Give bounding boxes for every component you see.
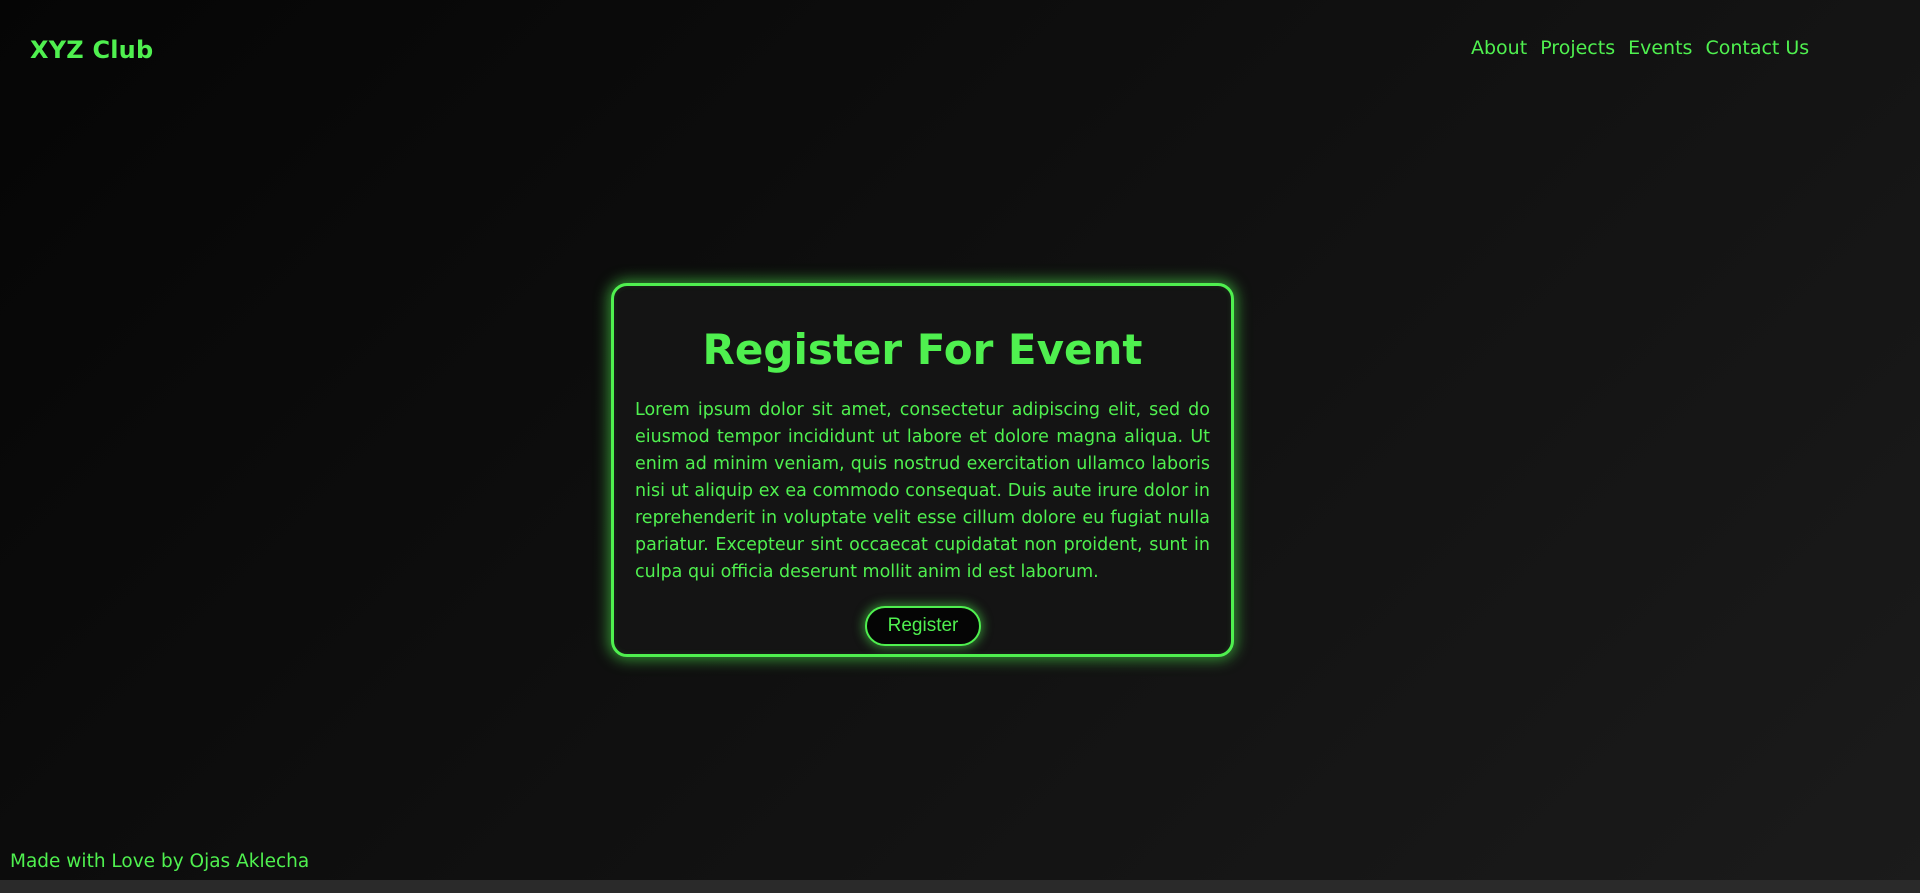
footer-credit: Made with Love by Ojas Aklecha <box>10 851 310 872</box>
main-nav: About Projects Events Contact Us <box>1471 37 1809 59</box>
page: XYZ Club About Projects Events Contact U… <box>0 0 1920 880</box>
nav-item-projects[interactable]: Projects <box>1540 37 1615 59</box>
register-card: Register For Event Lorem ipsum dolor sit… <box>611 283 1234 657</box>
card-title: Register For Event <box>702 325 1143 374</box>
nav-item-contact-us[interactable]: Contact Us <box>1705 37 1809 59</box>
bottom-band <box>0 880 1920 893</box>
register-button[interactable]: Register <box>865 606 981 646</box>
nav-item-events[interactable]: Events <box>1628 37 1692 59</box>
card-description: Lorem ipsum dolor sit amet, consectetur … <box>635 400 1210 582</box>
site-logo[interactable]: XYZ Club <box>30 36 153 64</box>
nav-item-about[interactable]: About <box>1471 37 1527 59</box>
